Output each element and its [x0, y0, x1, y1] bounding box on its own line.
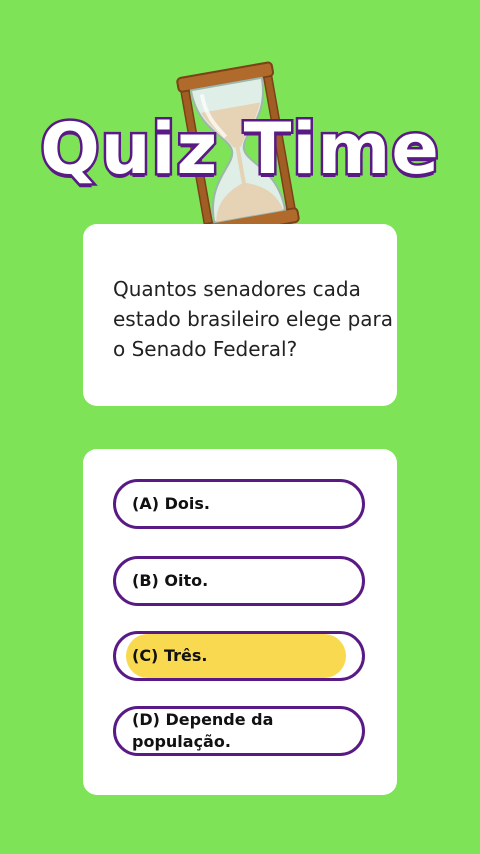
- answers-card: (A) Dois. (B) Oito. (C) Três. (D) Depend…: [83, 449, 397, 795]
- answer-option-a[interactable]: (A) Dois.: [113, 479, 365, 529]
- question-text: Quantos senadores cada estado brasileiro…: [113, 277, 394, 361]
- quiz-title: Quiz Time: [38, 106, 442, 193]
- answer-option-label: (A) Dois.: [132, 494, 210, 513]
- answer-option-label: (B) Oito.: [132, 571, 209, 590]
- question-card: Quantos senadores cada estado brasileiro…: [83, 224, 397, 406]
- answer-option-c[interactable]: (C) Três.: [113, 631, 365, 681]
- answer-option-b[interactable]: (B) Oito.: [113, 556, 365, 606]
- answer-option-label: (D) Depende da população.: [132, 710, 274, 751]
- answer-option-label: (C) Três.: [132, 646, 208, 665]
- answer-option-d[interactable]: (D) Depende da população.: [113, 706, 365, 756]
